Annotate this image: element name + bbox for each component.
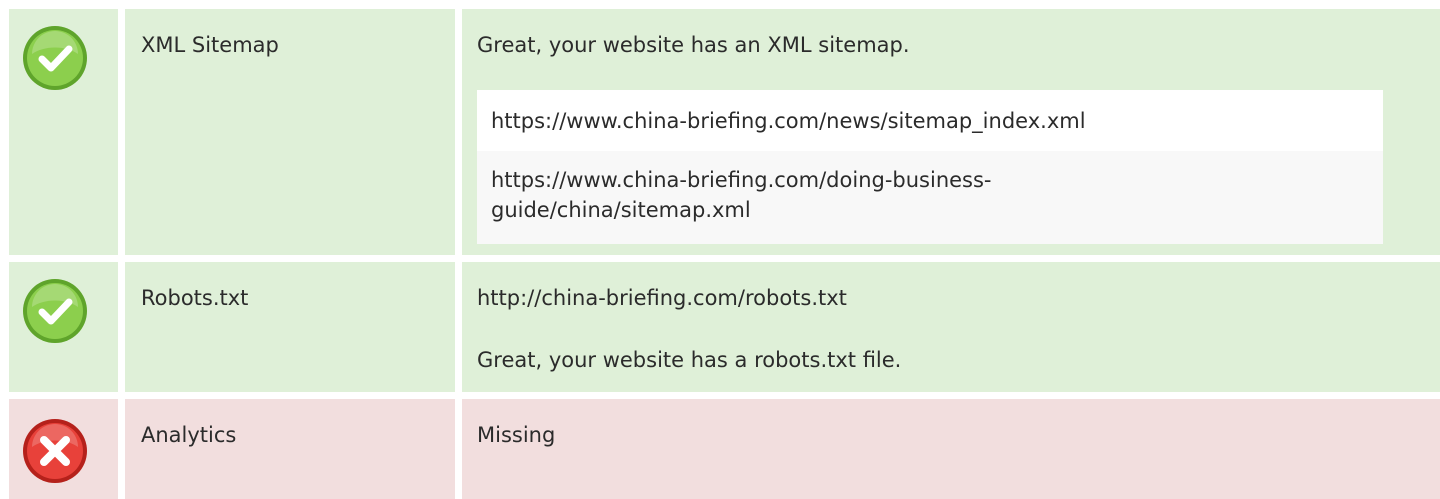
result-message: Great, your website has an XML sitemap. [477, 33, 910, 57]
x-circle-icon [23, 419, 87, 483]
result-message: Great, your website has a robots.txt fil… [477, 348, 902, 372]
status-cell [9, 9, 118, 255]
check-name: XML Sitemap [141, 33, 279, 57]
sitemap-url-list: https://www.china-briefing.com/news/site… [477, 90, 1383, 244]
status-cell [9, 262, 118, 392]
seo-results-table: XML Sitemap Great, your website has an X… [0, 0, 1440, 499]
check-circle-icon [23, 279, 87, 343]
check-name-cell: Analytics [125, 399, 455, 499]
sitemap-url[interactable]: https://www.china-briefing.com/news/site… [477, 90, 1383, 151]
status-cell [9, 399, 118, 499]
sitemap-url[interactable]: https://www.china-briefing.com/doing-bus… [477, 151, 1383, 244]
check-circle-icon [23, 26, 87, 90]
check-result-cell: http://china-briefing.com/robots.txt Gre… [462, 262, 1440, 392]
result-row-xml-sitemap: XML Sitemap Great, your website has an X… [9, 9, 1440, 255]
check-result-cell: Missing [462, 399, 1440, 499]
check-result-cell: Great, your website has an XML sitemap. … [462, 9, 1440, 255]
result-row-analytics: Analytics Missing [9, 399, 1440, 499]
check-name-cell: Robots.txt [125, 262, 455, 392]
robots-url[interactable]: http://china-briefing.com/robots.txt [477, 284, 847, 312]
result-message: Missing [477, 423, 556, 447]
check-name: Robots.txt [141, 286, 249, 310]
result-row-robots-txt: Robots.txt http://china-briefing.com/rob… [9, 262, 1440, 392]
check-name-cell: XML Sitemap [125, 9, 455, 255]
check-name: Analytics [141, 423, 237, 447]
